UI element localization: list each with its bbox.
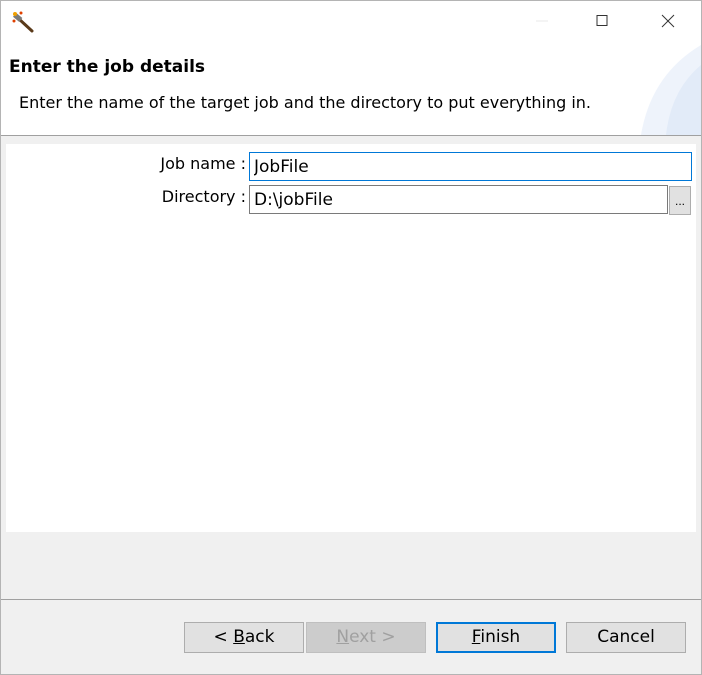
close-icon bbox=[661, 14, 675, 28]
title-bar bbox=[1, 1, 701, 45]
back-rest: ack bbox=[244, 627, 275, 647]
job-name-label: Job name : bbox=[160, 154, 246, 173]
finish-rest: inish bbox=[480, 627, 521, 647]
next-mnemonic: N bbox=[336, 627, 350, 647]
minimize-icon bbox=[536, 20, 548, 22]
minimize-button[interactable] bbox=[519, 1, 565, 41]
back-prefix: < bbox=[213, 627, 234, 647]
banner-decoration bbox=[641, 45, 701, 135]
wizard-wand-icon bbox=[11, 10, 35, 34]
next-rest: ext > bbox=[349, 627, 396, 647]
page-description: Enter the name of the target job and the… bbox=[19, 93, 592, 112]
directory-input[interactable] bbox=[249, 185, 668, 214]
wizard-banner: Enter the job details Enter the name of … bbox=[1, 45, 701, 136]
back-mnemonic: B bbox=[233, 627, 245, 647]
form-area: Job name : Directory : ... bbox=[6, 144, 696, 532]
close-button[interactable] bbox=[645, 1, 691, 41]
finish-button[interactable]: Finish bbox=[436, 622, 556, 653]
browse-button[interactable]: ... bbox=[669, 186, 691, 215]
maximize-icon bbox=[596, 15, 608, 26]
page-title: Enter the job details bbox=[9, 57, 206, 77]
back-button[interactable]: < Back bbox=[184, 622, 304, 653]
directory-label: Directory : bbox=[161, 187, 246, 206]
maximize-button[interactable] bbox=[579, 1, 625, 41]
button-bar-divider bbox=[1, 599, 701, 600]
cancel-button[interactable]: Cancel bbox=[566, 622, 686, 653]
wizard-dialog: Enter the job details Enter the name of … bbox=[0, 0, 702, 675]
next-button[interactable]: Next > bbox=[306, 622, 426, 653]
job-name-input[interactable] bbox=[249, 152, 692, 181]
